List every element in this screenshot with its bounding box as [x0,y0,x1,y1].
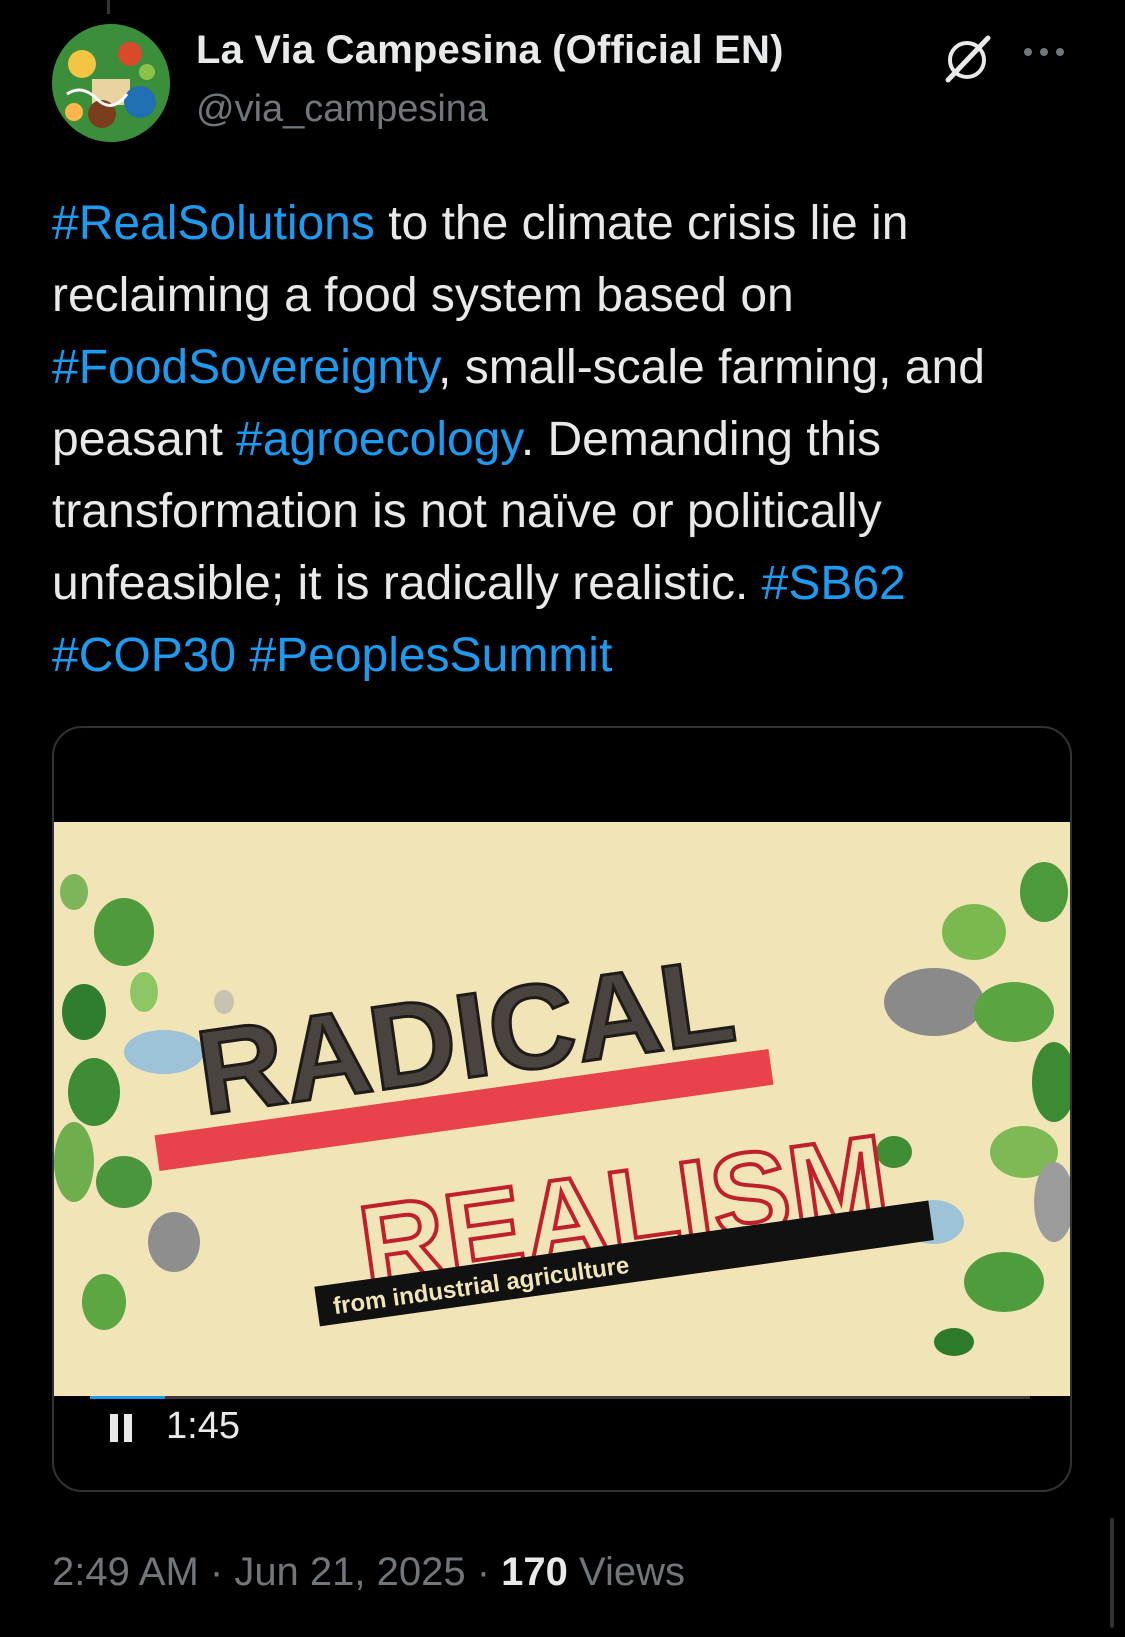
thread-connector-line [107,0,110,14]
pause-icon[interactable] [108,1412,136,1444]
tweet-time[interactable]: 2:49 AM [52,1550,199,1594]
tweet-text-segment [236,629,249,682]
hashtag-link[interactable]: #FoodSovereignty [52,341,438,394]
video-time-remaining: 1:45 [166,1405,240,1447]
video-thumbnail-artwork: RADICAL REALISM from industrial agricult… [54,822,1070,1396]
tweet-text: #RealSolutions to the climate crisis lie… [52,188,1092,692]
scrollbar[interactable] [1110,1518,1114,1628]
author-display-name[interactable]: La Via Campesina (Official EN) [196,28,784,73]
tweet-metadata: 2:49 AM · Jun 21, 2025 · 170 Views [52,1550,685,1595]
avatar[interactable] [52,24,170,142]
video-player[interactable]: RADICAL REALISM from industrial agricult… [54,822,1070,1396]
meta-separator: · [465,1550,502,1594]
views-count: 170 [501,1550,568,1594]
hashtag-link[interactable]: #PeoplesSummit [249,629,612,682]
more-options-icon[interactable] [1020,40,1068,64]
hashtag-link[interactable]: #SB62 [762,557,906,610]
meta-separator: · [198,1550,235,1594]
grok-icon[interactable] [938,32,996,84]
hashtag-link[interactable]: #COP30 [52,629,236,682]
author-handle[interactable]: @via_campesina [196,88,488,131]
hashtag-link[interactable]: #agroecology [236,413,521,466]
video-progress-fill [90,1396,166,1399]
views-label: Views [579,1550,686,1594]
video-progress-bar[interactable] [90,1396,1030,1399]
video-card[interactable]: RADICAL REALISM from industrial agricult… [52,726,1072,1492]
tweet-date[interactable]: Jun 21, 2025 [234,1550,465,1594]
hashtag-link[interactable]: #RealSolutions [52,197,375,250]
avatar-illustration [52,24,170,142]
